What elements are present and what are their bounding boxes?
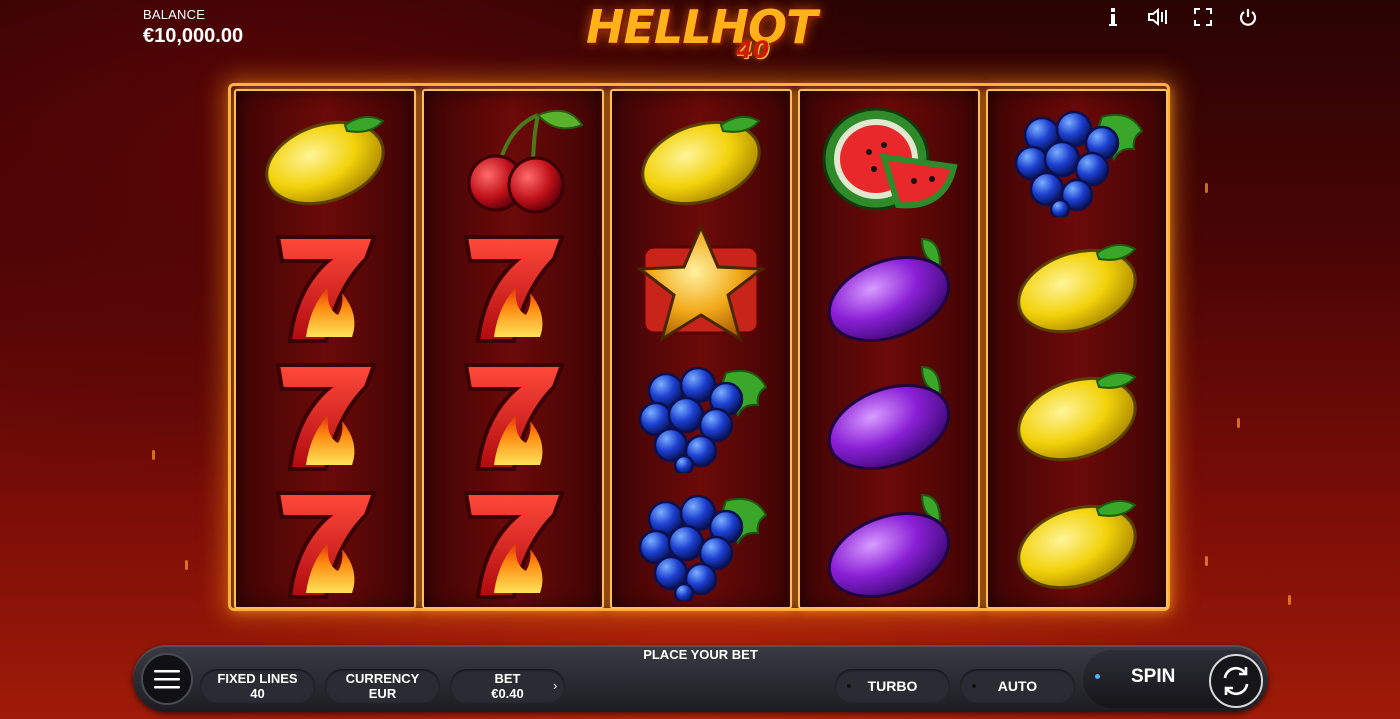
currency-value: EUR [368,686,397,701]
grape-symbol [1002,97,1152,217]
sound-icon[interactable] [1145,5,1171,29]
seven-symbol [438,353,588,473]
spin-indicator [1095,674,1100,679]
lemon-symbol [250,97,400,217]
bet-value: €0.40 [491,686,524,701]
bet-selector[interactable]: BET €0.40 [450,669,565,703]
game-logo: HELLHOT 40 [586,0,818,72]
logo-title: HELLHOT [586,0,818,54]
info-icon[interactable] [1100,5,1126,29]
reel-3 [610,89,792,609]
turbo-button[interactable]: TURBO [835,669,950,703]
spin-button[interactable] [1209,654,1263,708]
fixed-lines-display[interactable]: FIXED LINES 40 [200,669,315,703]
grape-symbol [626,353,776,473]
lemon-symbol [1002,225,1152,345]
reel-4 [798,89,980,609]
balance-label: BALANCE [143,7,206,22]
fixed-lines-label: FIXED LINES [217,671,298,686]
bet-label: BET [494,671,521,686]
currency-display[interactable]: CURRENCY EUR [325,669,440,703]
lemon-symbol [626,97,776,217]
plum-symbol [814,353,964,473]
spin-label[interactable]: SPIN [1131,666,1175,688]
fullscreen-icon[interactable] [1190,5,1216,29]
plum-symbol [814,481,964,601]
balance-panel: BALANCE €10,000.00 [143,7,243,48]
auto-button[interactable]: AUTO [960,669,1075,703]
menu-button[interactable] [141,653,193,705]
cherry-symbol [438,97,588,217]
top-toolbar [1100,5,1261,29]
seven-symbol [438,225,588,345]
reel-grid [228,83,1170,611]
grape-symbol [626,481,776,601]
star-symbol [626,225,776,345]
reel-2 [422,89,604,609]
watermelon-symbol [814,97,964,217]
balance-value: €10,000.00 [143,25,244,47]
spin-panel: SPIN [1083,650,1263,708]
seven-symbol [250,353,400,473]
currency-label: CURRENCY [345,671,420,686]
turbo-label: TURBO [867,678,918,694]
plum-symbol [814,225,964,345]
hamburger-icon [154,670,180,689]
power-icon[interactable] [1235,5,1261,29]
control-bar: PLACE YOUR BET FIXED LINES 40 CURRENCY E… [133,645,1268,712]
reel-5 [986,89,1168,609]
fixed-lines-value: 40 [250,686,265,701]
auto-indicator [972,684,976,688]
logo-subtitle: 40 [736,36,770,64]
turbo-indicator [847,684,851,688]
seven-symbol [250,481,400,601]
seven-symbol [250,225,400,345]
lemon-symbol [1002,353,1152,473]
lemon-symbol [1002,481,1152,601]
spin-arrows-icon [1223,666,1249,696]
chevron-right-icon[interactable]: › [553,678,557,693]
reel-1 [234,89,416,609]
seven-symbol [438,481,588,601]
auto-label: AUTO [997,678,1038,694]
